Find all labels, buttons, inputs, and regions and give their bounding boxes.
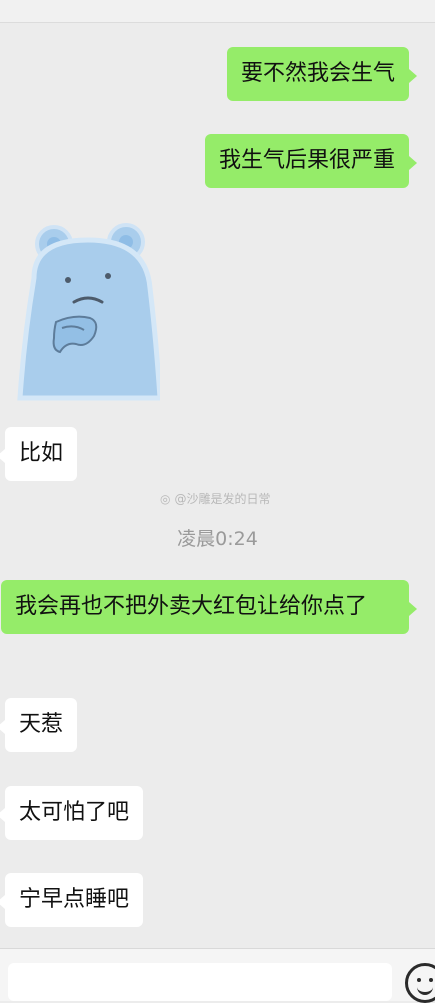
blue-bear-sticker-icon <box>17 223 163 401</box>
input-bar <box>0 948 435 1003</box>
sticker-message[interactable] <box>10 218 163 408</box>
watermark: ◎ @沙雕是发的日常 <box>160 490 271 507</box>
watermark-text: @沙雕是发的日常 <box>174 492 271 506</box>
message-bubble-received[interactable]: 宁早点睡吧 <box>0 873 144 927</box>
message-text: 天惹 <box>19 712 64 737</box>
message-bubble-sent[interactable]: 我生气后果很严重 <box>204 134 418 188</box>
message-text: 宁早点睡吧 <box>19 887 130 912</box>
message-text: 我会再也不把外卖大红包让给你点了 <box>15 594 368 619</box>
message-bubble-sent[interactable]: 我会再也不把外卖大红包让给你点了 <box>1 580 417 634</box>
message-bubble-received[interactable]: 天惹 <box>0 698 78 752</box>
message-bubble-received[interactable]: 比如 <box>0 427 78 481</box>
message-text: 比如 <box>19 441 64 466</box>
weibo-icon: ◎ <box>160 491 171 506</box>
top-bar-edge <box>0 0 435 23</box>
message-input[interactable] <box>8 963 392 1001</box>
message-bubble-sent[interactable]: 要不然我会生气 <box>226 47 418 101</box>
message-timestamp: 凌晨0:24 <box>177 528 258 550</box>
message-text: 要不然我会生气 <box>240 61 395 86</box>
emoji-icon[interactable] <box>405 963 435 1003</box>
message-text: 太可怕了吧 <box>19 800 130 825</box>
message-text: 我生气后果很严重 <box>218 148 395 173</box>
message-bubble-received[interactable]: 太可怕了吧 <box>0 786 144 840</box>
